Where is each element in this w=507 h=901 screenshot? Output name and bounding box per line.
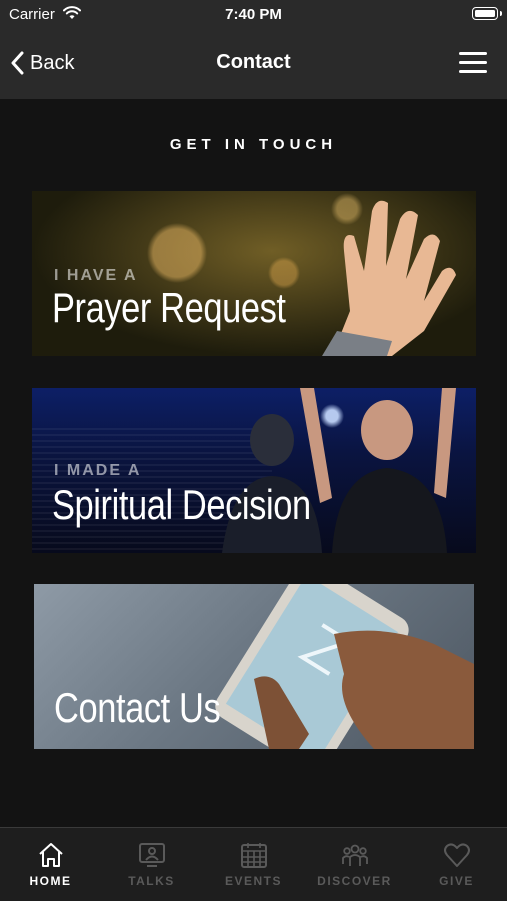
tab-discover[interactable]: DISCOVER — [304, 828, 405, 901]
prayer-request-card[interactable]: I HAVE A Prayer Request — [32, 191, 476, 356]
tab-events[interactable]: EVENTS — [203, 828, 304, 901]
tab-label: TALKS — [128, 874, 175, 888]
tab-give[interactable]: GIVE — [406, 828, 507, 901]
section-heading: GET IN TOUCH — [169, 136, 338, 153]
calendar-icon — [241, 843, 267, 868]
tab-label: HOME — [29, 874, 72, 888]
talks-icon — [139, 843, 165, 867]
navigation-bar: Back Contact — [0, 30, 507, 99]
tab-bar: HOME TALKS EVENTS DISCOVER GIVE — [0, 827, 507, 901]
heart-icon — [444, 843, 470, 867]
card-kicker: I MADE A — [54, 462, 142, 479]
people-icon — [342, 844, 368, 866]
card-title: Prayer Request — [52, 284, 286, 331]
card-kicker: I HAVE A — [54, 267, 138, 284]
tab-home[interactable]: HOME — [0, 828, 101, 901]
card-title: Spiritual Decision — [52, 481, 311, 528]
page-title: Contact — [216, 51, 291, 73]
tab-label: GIVE — [439, 874, 474, 888]
tab-talks[interactable]: TALKS — [101, 828, 202, 901]
home-icon — [39, 843, 63, 867]
contact-us-card[interactable]: Contact Us — [34, 584, 474, 749]
tab-label: EVENTS — [224, 874, 282, 888]
tab-label: DISCOVER — [317, 874, 392, 888]
battery-icon — [472, 7, 502, 20]
card-title: Contact Us — [54, 684, 221, 731]
hamburger-menu-icon[interactable] — [459, 52, 487, 74]
status-time: 7:40 PM — [225, 6, 282, 23]
status-bar: Carrier 7:40 PM — [0, 0, 507, 30]
spiritual-decision-card[interactable]: I MADE A Spiritual Decision — [32, 388, 476, 553]
